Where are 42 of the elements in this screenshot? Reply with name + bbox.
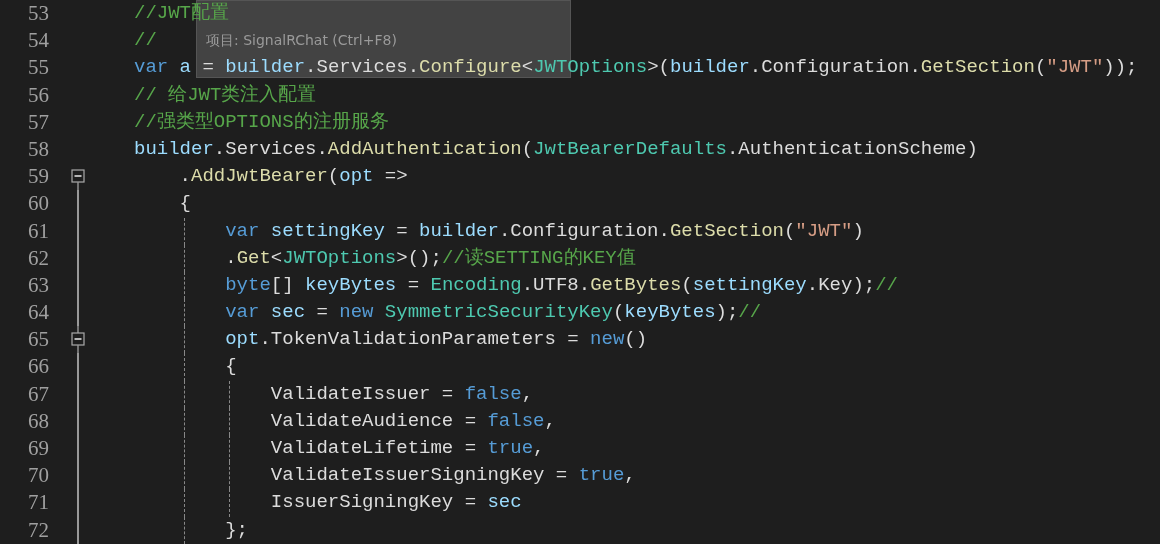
line-number: 64 — [27, 299, 49, 327]
line-number: 55 — [27, 54, 49, 82]
line-number: 61 — [27, 217, 49, 245]
code-line: builder.Services.AddAuthentication(JwtBearerDefaults.AuthenticationScheme) — [134, 137, 978, 160]
code-line: //JWT配置 — [134, 2, 229, 24]
code-line: var settingKey = builder.Configuration.GetSection("JWT") — [224, 219, 864, 242]
line-number: 63 — [27, 271, 49, 299]
line-number: 71 — [27, 489, 49, 517]
code-line: //强类型OPTIONS的注册服务 — [134, 110, 389, 133]
code-line: var a = builder.Services.Configure<JWTOptions>(builder.Configuration.GetSection("JWT")); — [134, 56, 1138, 79]
code-line: ValidateIssuer = false, — [269, 382, 534, 405]
code-line: IssuerSigningKey = sec — [269, 491, 522, 514]
code-line: // 给JWT类注入配置 — [134, 83, 317, 106]
line-number: 67 — [27, 380, 49, 408]
line-number: 70 — [27, 462, 49, 490]
line-number: 58 — [27, 135, 49, 163]
line-number: 59 — [27, 163, 49, 191]
line-number: 69 — [27, 435, 49, 462]
line-number: 72 — [27, 516, 49, 544]
code-line: { — [224, 355, 237, 378]
line-number: 54 — [27, 27, 49, 55]
code-line: }; — [224, 518, 249, 541]
code-line: .Get<JWTOptions>();//读SETTING的KEY值 — [224, 246, 636, 269]
code-line: .AddJwtBearer(opt => — [178, 165, 408, 188]
line-number: 62 — [27, 244, 49, 272]
line-number: 56 — [27, 81, 49, 109]
line-number: 68 — [27, 407, 49, 435]
code-line: { — [178, 192, 191, 215]
line-number: 53 — [27, 0, 49, 27]
line-number: 66 — [27, 353, 49, 381]
code-line: byte[] keyBytes = Encoding.UTF8.GetBytes(settingKey.Key);// — [224, 273, 898, 296]
line-number: 65 — [27, 326, 49, 354]
code-line: var sec = new SymmetricSecurityKey(keyBytes);// — [224, 301, 762, 324]
code-line: ValidateAudience = false, — [269, 409, 556, 432]
line-number: 60 — [27, 190, 49, 218]
code-line: // — [134, 29, 157, 52]
collapse-icon[interactable] — [71, 326, 85, 355]
line-number: 57 — [27, 108, 49, 136]
code-line: ValidateLifetime = true, — [269, 437, 545, 459]
code-line: opt.TokenValidationParameters = new() — [224, 328, 648, 351]
code-line: ValidateIssuerSigningKey = true, — [269, 464, 636, 487]
tooltip-text: 项目: SignalRChat (Ctrl+F8) — [206, 32, 397, 48]
